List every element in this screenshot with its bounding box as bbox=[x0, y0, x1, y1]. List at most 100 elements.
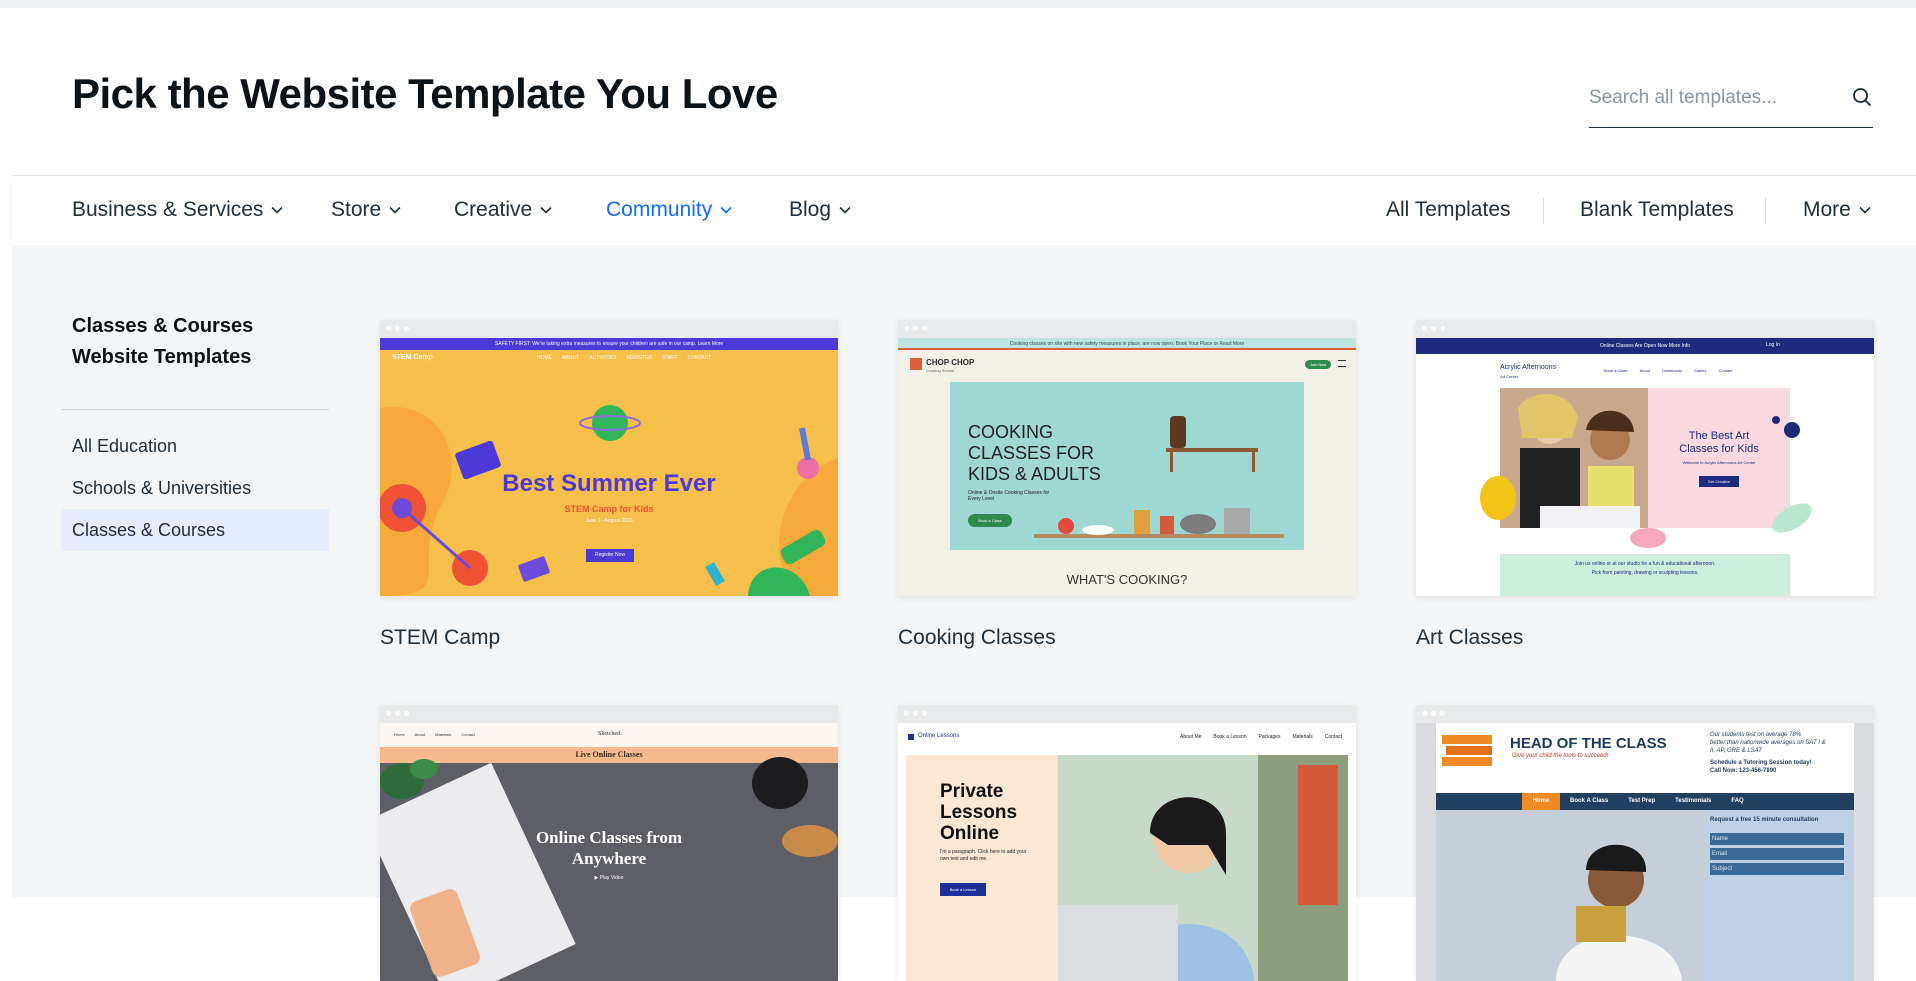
thumb-menu-item: Book a Lesson bbox=[1213, 734, 1247, 740]
thumb-phone: Call Now: 123-456-7890 bbox=[1710, 768, 1777, 774]
template-preview[interactable]: HEAD OF THE CLASS Give your child the to… bbox=[1416, 705, 1874, 981]
nav-label: Blank Templates bbox=[1580, 198, 1734, 221]
template-preview[interactable]: Cooking classes on site with new safety … bbox=[898, 320, 1356, 596]
template-name[interactable]: Cooking Classes bbox=[898, 626, 1056, 650]
template-thumbnail: SAFETY FIRST: We're taking extra measure… bbox=[380, 338, 838, 596]
thumb-menu-item: Book A Class bbox=[1570, 798, 1609, 804]
sidebar-item-schools-universities[interactable]: Schools & Universities bbox=[61, 467, 329, 509]
sidebar-title: Classes & Courses Website Templates bbox=[72, 311, 312, 373]
chevron-down-icon bbox=[271, 206, 283, 214]
thumb-logo bbox=[908, 734, 914, 740]
top-strip bbox=[0, 0, 1916, 8]
sidebar-item-all-education[interactable]: All Education bbox=[61, 425, 329, 467]
thumb-form-title: Request a free 15 minute consultation bbox=[1710, 817, 1819, 823]
thumb-headline: Best Summer Ever bbox=[502, 470, 716, 497]
thumb-schedule-line: Schedule a Tutoring Session today! bbox=[1710, 760, 1812, 766]
browser-bar bbox=[1416, 320, 1874, 338]
thumb-claim: Our students test on average 78% better … bbox=[1710, 731, 1826, 755]
student-photo-illustration bbox=[1058, 755, 1348, 981]
thumb-headline-line: Anywhere bbox=[571, 849, 647, 868]
thumb-field-email: Email bbox=[1710, 848, 1844, 860]
browser-bar bbox=[898, 320, 1356, 338]
thumb-headline: Online Classes from Anywhere bbox=[380, 827, 838, 869]
thumb-field-name: Name bbox=[1710, 833, 1844, 845]
nav-divider bbox=[1765, 198, 1766, 224]
sidebar-title-line: Classes & Courses bbox=[72, 315, 254, 337]
thumb-photo bbox=[1436, 810, 1706, 981]
nav-business-services[interactable]: Business & Services bbox=[72, 198, 283, 222]
nav-blank-templates[interactable]: Blank Templates bbox=[1580, 198, 1734, 222]
sidebar-title-line: Website Templates bbox=[72, 346, 252, 368]
nav-all-templates[interactable]: All Templates bbox=[1386, 198, 1511, 222]
nav-label: Blog bbox=[789, 198, 832, 221]
thumb-headline-line: CLASSES FOR bbox=[968, 443, 1095, 463]
browser-bar bbox=[380, 320, 838, 338]
thumb-footer-line: Join us online or at our studio for a fu… bbox=[1574, 561, 1716, 567]
thumb-menu-item: Home bbox=[1532, 798, 1550, 804]
browser-bar bbox=[898, 705, 1356, 723]
thumb-tagline: Give your child the tools to succeed! bbox=[1512, 753, 1609, 759]
sidebar-divider bbox=[61, 409, 329, 410]
search-input[interactable] bbox=[1589, 80, 1829, 116]
thumb-menu-item: Packages bbox=[1258, 734, 1281, 740]
sidebar-item-classes-courses[interactable]: Classes & Courses bbox=[61, 509, 329, 551]
template-preview[interactable]: SAFETY FIRST: We're taking extra measure… bbox=[380, 320, 838, 596]
template-thumbnail: Home About Materials Contact Sketched Li… bbox=[380, 723, 838, 981]
thumb-button: Book a Class bbox=[968, 514, 1012, 527]
nav-community[interactable]: Community bbox=[606, 198, 732, 222]
thumb-button: Register Now bbox=[586, 549, 634, 562]
thumb-menu-item: FAQ bbox=[1731, 798, 1744, 804]
thumb-play-label: Play Video bbox=[599, 875, 624, 881]
thumb-dates: June 1 - August 2023 bbox=[585, 518, 633, 524]
thumb-button: Book a Lesson bbox=[940, 883, 986, 896]
thumb-menu-item: Materials bbox=[1292, 734, 1313, 740]
thumb-headline: COOKING CLASSES FOR KIDS & ADULTS bbox=[968, 422, 1101, 485]
thumb-menu-item: About Me bbox=[1180, 734, 1202, 740]
search-box[interactable] bbox=[1589, 80, 1873, 128]
books-icon bbox=[1442, 735, 1492, 766]
template-preview[interactable]: Online Classes Are Open Now More Info Lo… bbox=[1416, 320, 1874, 596]
chevron-down-icon bbox=[839, 206, 851, 214]
thumb-brand: HEAD OF THE CLASS bbox=[1510, 735, 1667, 752]
template-name[interactable]: STEM Camp bbox=[380, 626, 500, 650]
nav-more[interactable]: More bbox=[1803, 198, 1871, 222]
thumb-footer: Join us online or at our studio for a fu… bbox=[1500, 560, 1790, 578]
nav-store[interactable]: Store bbox=[331, 198, 401, 222]
template-preview[interactable]: Online Lessons About Me Book a Lesson Pa… bbox=[898, 705, 1356, 981]
nav-creative[interactable]: Creative bbox=[454, 198, 552, 222]
chevron-down-icon bbox=[1859, 206, 1871, 214]
thumb-play: ▶ Play Video bbox=[380, 875, 838, 881]
thumb-footer: WHAT'S COOKING? bbox=[1066, 572, 1188, 587]
search-icon[interactable] bbox=[1851, 86, 1873, 108]
thumb-headline-line: COOKING bbox=[968, 422, 1054, 442]
browser-bar bbox=[1416, 705, 1874, 723]
thumb-subtitle: STEM Camp for Kids bbox=[564, 504, 654, 514]
nav-label: Community bbox=[606, 198, 713, 221]
thumb-subtitle: Online & Onsite Cooking Classes for Ever… bbox=[968, 490, 1050, 502]
content-area: Classes & Courses Website Templates All … bbox=[12, 245, 1916, 981]
thumb-headline-line: Private bbox=[940, 781, 1004, 802]
chevron-down-icon bbox=[540, 206, 552, 214]
nav-label: Business & Services bbox=[72, 198, 264, 221]
thumb-footer-line: Pick from painting, drawing or sculpting… bbox=[1591, 570, 1699, 576]
thumb-headline-line: Online Classes from bbox=[535, 828, 683, 847]
nav-blog[interactable]: Blog bbox=[789, 198, 851, 222]
nav-divider bbox=[1543, 198, 1544, 224]
template-preview[interactable]: Home About Materials Contact Sketched Li… bbox=[380, 705, 838, 981]
chevron-down-icon bbox=[720, 206, 732, 214]
thumb-claim-line: Our students test on average 78% bbox=[1710, 732, 1802, 738]
template-thumbnail: HEAD OF THE CLASS Give your child the to… bbox=[1416, 723, 1874, 981]
template-thumbnail: Online Lessons About Me Book a Lesson Pa… bbox=[898, 723, 1356, 981]
category-nav: Business & Services Store Creative Commu… bbox=[12, 175, 1916, 245]
thumb-claim-line: II, AP, GRE & LSAT bbox=[1710, 748, 1762, 754]
thumb-brand: Online Lessons bbox=[918, 733, 960, 739]
header: Pick the Website Template You Love bbox=[0, 8, 1916, 176]
thumb-field-subject: Subject bbox=[1710, 863, 1844, 875]
template-name[interactable]: Art Classes bbox=[1416, 626, 1523, 650]
thumb-menu-item: Testimonials bbox=[1675, 798, 1712, 804]
thumb-headline: Private Lessons Online bbox=[940, 781, 1017, 844]
nav-label: Creative bbox=[454, 198, 533, 221]
nav-label: All Templates bbox=[1386, 198, 1511, 221]
nav-label: More bbox=[1803, 198, 1851, 221]
thumb-menu: Home Book A Class Test Prep Testimonials… bbox=[1522, 793, 1744, 810]
